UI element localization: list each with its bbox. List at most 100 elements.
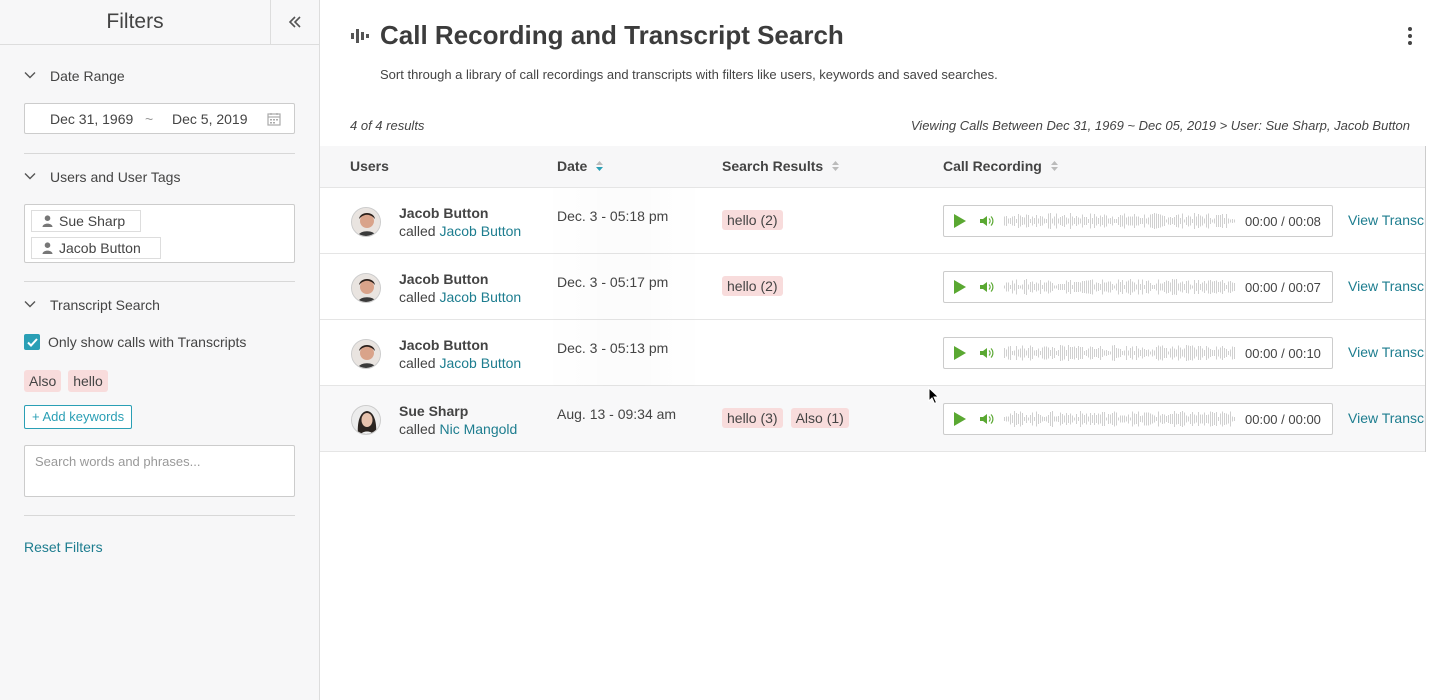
waveform-scrubber[interactable] [1004, 410, 1236, 428]
caller-name: Sue Sharp [399, 403, 469, 419]
divider [24, 153, 295, 154]
caller-name: Jacob Button [399, 271, 489, 287]
double-chevron-left-icon [288, 16, 301, 28]
call-date: Dec. 3 - 05:18 pm [557, 208, 669, 224]
chevron-down-icon [24, 301, 36, 308]
calendar-icon[interactable] [267, 112, 281, 126]
date-separator: ~ [145, 111, 154, 127]
callee-link[interactable]: Jacob Button [439, 355, 521, 371]
volume-icon[interactable] [979, 280, 995, 294]
users-section-toggle[interactable]: Users and User Tags [24, 167, 180, 187]
table-header: Users Date Search Results Call Recording [320, 146, 1425, 188]
callee-link[interactable]: Jacob Button [439, 223, 521, 239]
column-header-date[interactable]: Date [557, 158, 604, 174]
called-line: called Nic Mangold [399, 421, 518, 437]
main-content: Call Recording and Transcript Search Sor… [320, 0, 1440, 700]
male-avatar-icon [352, 208, 380, 236]
sort-icon [832, 161, 840, 171]
chevron-down-icon [24, 72, 36, 79]
result-chip[interactable]: hello (3) [722, 408, 783, 428]
page-description: Sort through a library of call recording… [380, 67, 998, 82]
male-avatar-icon [352, 274, 380, 302]
waveform-scrubber[interactable] [1004, 278, 1236, 296]
search-result-chips: hello (2) [722, 276, 783, 296]
volume-icon[interactable] [979, 346, 995, 360]
divider [24, 281, 295, 282]
app: Filters Date Range Dec 31, 1969 ~ Dec 5,… [0, 0, 1440, 700]
caller-name: Jacob Button [399, 337, 489, 353]
search-result-chips: hello (3) Also (1) [722, 408, 849, 428]
result-chip[interactable]: Also (1) [790, 408, 849, 428]
playback-time: 00:00 / 00:07 [1245, 280, 1321, 295]
result-chip[interactable]: hello (2) [722, 276, 783, 296]
keyword-chip[interactable]: Also [24, 370, 62, 392]
reset-filters-link[interactable]: Reset Filters [24, 539, 103, 555]
sort-icon [1050, 161, 1058, 171]
only-transcripts-row: Only show calls with Transcripts [24, 334, 246, 350]
user-tag-sue-sharp[interactable]: Sue Sharp [31, 210, 141, 232]
column-header-search-results[interactable]: Search Results [722, 158, 840, 174]
called-line: called Jacob Button [399, 223, 522, 239]
play-icon[interactable] [953, 411, 967, 427]
volume-icon[interactable] [979, 412, 995, 426]
avatar [351, 339, 381, 369]
call-date: Dec. 3 - 05:17 pm [557, 274, 669, 290]
collapse-sidebar-button[interactable] [270, 0, 319, 44]
callee-link[interactable]: Jacob Button [439, 289, 521, 305]
view-transcript-link[interactable]: View Transcript [1348, 344, 1425, 360]
filters-sidebar: Filters Date Range Dec 31, 1969 ~ Dec 5,… [0, 0, 320, 700]
calls-table: Users Date Search Results Call Recording [320, 146, 1426, 452]
user-icon [42, 242, 53, 254]
column-header-call-recording[interactable]: Call Recording [943, 158, 1059, 174]
audio-bars-icon [351, 29, 369, 43]
search-phrases-input[interactable] [24, 445, 295, 497]
date-range-section-toggle[interactable]: Date Range [24, 66, 125, 86]
playback-time: 00:00 / 00:08 [1245, 214, 1321, 229]
play-icon[interactable] [953, 345, 967, 361]
sidebar-header: Filters [0, 0, 319, 45]
caller-name: Jacob Button [399, 205, 489, 221]
view-transcript-link[interactable]: View Transcript [1348, 212, 1425, 228]
table-row[interactable]: Sue Sharp called Nic Mangold Aug. 13 - 0… [320, 386, 1425, 452]
playback-time: 00:00 / 00:10 [1245, 346, 1321, 361]
user-icon [42, 215, 53, 227]
page-title: Call Recording and Transcript Search [380, 20, 844, 50]
table-row[interactable]: Jacob Button called Jacob Button Dec. 3 … [320, 188, 1425, 254]
user-tag-label: Jacob Button [59, 240, 141, 256]
date-to[interactable]: Dec 5, 2019 [172, 111, 248, 127]
user-tags-input[interactable]: Sue Sharp Jacob Button [24, 204, 295, 263]
transcript-section-toggle[interactable]: Transcript Search [24, 295, 160, 315]
date-range-picker[interactable]: Dec 31, 1969 ~ Dec 5, 2019 [24, 103, 295, 134]
more-options-icon[interactable] [1400, 24, 1420, 48]
avatar [351, 273, 381, 303]
column-header-users: Users [350, 158, 389, 174]
play-icon[interactable] [953, 213, 967, 229]
waveform-scrubber[interactable] [1004, 344, 1236, 362]
table-row[interactable]: Jacob Button called Jacob Button Dec. 3 … [320, 320, 1425, 386]
waveform-scrubber[interactable] [1004, 212, 1236, 230]
result-chip[interactable]: hello (2) [722, 210, 783, 230]
add-keywords-button[interactable]: + Add keywords [24, 405, 133, 429]
avatar [351, 207, 381, 237]
transcript-heading: Transcript Search [50, 297, 160, 313]
result-count: 4 of 4 results [350, 118, 425, 133]
view-transcript-link[interactable]: View Transcript [1348, 410, 1425, 426]
date-from[interactable]: Dec 31, 1969 [50, 111, 133, 127]
only-transcripts-checkbox[interactable] [24, 334, 40, 350]
keyword-chip[interactable]: hello [68, 370, 108, 392]
search-result-chips: hello (2) [722, 210, 783, 230]
play-icon[interactable] [953, 279, 967, 295]
callee-link[interactable]: Nic Mangold [439, 421, 517, 437]
user-tag-jacob-button[interactable]: Jacob Button [31, 237, 161, 259]
audio-player: 00:00 / 00:07 [943, 271, 1333, 303]
date-range-heading: Date Range [50, 68, 125, 84]
table-row[interactable]: Jacob Button called Jacob Button Dec. 3 … [320, 254, 1425, 320]
viewing-summary: Viewing Calls Between Dec 31, 1969 ~ Dec… [910, 118, 1410, 133]
female-avatar-icon [352, 406, 380, 434]
audio-player: 00:00 / 00:00 [943, 403, 1333, 435]
volume-icon[interactable] [979, 214, 995, 228]
mouse-cursor-icon [928, 387, 940, 405]
playback-time: 00:00 / 00:00 [1245, 412, 1321, 427]
called-line: called Jacob Button [399, 355, 522, 371]
view-transcript-link[interactable]: View Transcript [1348, 278, 1425, 294]
